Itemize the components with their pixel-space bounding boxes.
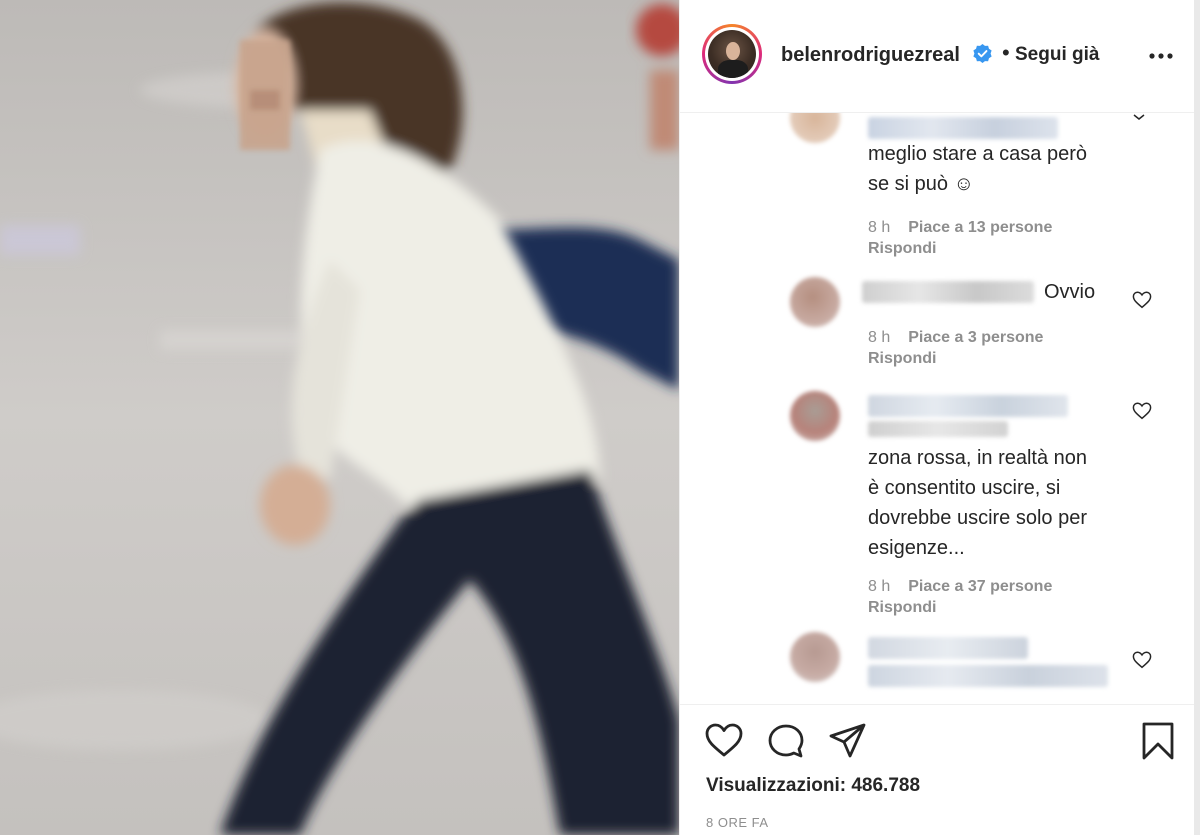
instagram-post-window: belenrodriguezreal • Segui già meglio st… bbox=[0, 0, 1200, 835]
comment-text-blurred bbox=[868, 421, 1008, 437]
verified-badge-icon bbox=[973, 44, 992, 63]
video-frame-image bbox=[0, 0, 679, 835]
comment-text: Ovvio bbox=[1044, 281, 1096, 303]
comment-time[interactable]: 8 h bbox=[868, 219, 890, 236]
views-count[interactable]: Visualizzazioni: 486.788 bbox=[706, 775, 920, 797]
commenter-avatar[interactable] bbox=[790, 277, 840, 327]
commenter-name-blurred[interactable] bbox=[868, 637, 1028, 659]
like-comment-heart-icon[interactable] bbox=[1132, 651, 1152, 669]
commenter-avatar[interactable] bbox=[790, 632, 840, 682]
commenter-avatar[interactable] bbox=[790, 391, 840, 441]
profile-avatar[interactable] bbox=[702, 24, 762, 84]
comment-text-blurred bbox=[868, 665, 1108, 687]
comment-time[interactable]: 8 h bbox=[868, 329, 890, 346]
follow-status-button[interactable]: Segui già bbox=[1015, 44, 1099, 66]
commenter-name-blurred[interactable] bbox=[868, 117, 1058, 139]
comment-likes[interactable]: Piace a 13 persone bbox=[908, 219, 1052, 236]
post-video[interactable] bbox=[0, 0, 679, 835]
post-header: belenrodriguezreal • Segui già bbox=[680, 0, 1195, 113]
more-options-icon[interactable] bbox=[1148, 46, 1174, 66]
separator-dot: • bbox=[1002, 40, 1010, 65]
comment-meta: 8 h Piace a 13 persone bbox=[868, 219, 1052, 237]
like-comment-heart-icon[interactable] bbox=[1132, 291, 1152, 309]
comment-text: meglio stare a casa però se si può ☺ bbox=[868, 143, 1088, 195]
chevron-icon[interactable] bbox=[1130, 113, 1148, 123]
heart-icon[interactable] bbox=[704, 721, 744, 761]
comment-time[interactable]: 8 h bbox=[868, 578, 890, 595]
commenter-name-blurred[interactable] bbox=[868, 395, 1068, 417]
like-comment-heart-icon[interactable] bbox=[1132, 402, 1152, 420]
commenter-name-blurred[interactable] bbox=[862, 281, 1034, 303]
window-edge bbox=[1194, 0, 1200, 835]
reply-button[interactable]: Rispondi bbox=[868, 350, 936, 368]
comment-meta: 8 h Piace a 37 persone bbox=[868, 578, 1052, 596]
share-icon[interactable] bbox=[828, 721, 868, 761]
post-time[interactable]: 8 ORE FA bbox=[706, 815, 769, 830]
bookmark-icon[interactable] bbox=[1138, 721, 1178, 761]
comment-icon[interactable] bbox=[766, 721, 806, 761]
reply-button[interactable]: Rispondi bbox=[868, 240, 936, 258]
comment-likes[interactable]: Piace a 37 persone bbox=[908, 578, 1052, 595]
post-actions-bar: Visualizzazioni: 486.788 8 ORE FA bbox=[680, 704, 1195, 835]
comment-likes[interactable]: Piace a 3 persone bbox=[908, 329, 1043, 346]
comments-list[interactable]: meglio stare a casa però se si può ☺ 8 h… bbox=[680, 113, 1195, 703]
username-link[interactable]: belenrodriguezreal bbox=[781, 44, 960, 67]
comment-meta: 8 h Piace a 3 persone bbox=[868, 329, 1043, 347]
commenter-avatar[interactable] bbox=[790, 113, 840, 143]
post-side-panel: belenrodriguezreal • Segui già meglio st… bbox=[679, 0, 1200, 835]
reply-button[interactable]: Rispondi bbox=[868, 599, 936, 617]
comment-text: zona rossa, in realtà non è consentito u… bbox=[868, 447, 1088, 559]
